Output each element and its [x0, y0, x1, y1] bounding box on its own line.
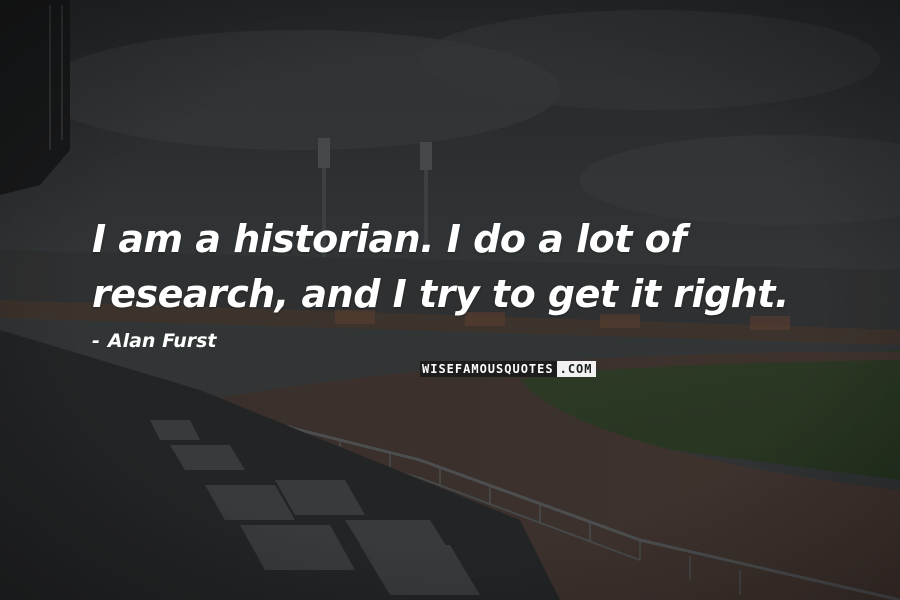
quote-line-2: research, and I try to get it right. — [92, 272, 789, 316]
quote-line-1: I am a historian. I do a lot of — [92, 217, 687, 261]
quote-author: - Alan Furst — [92, 330, 217, 352]
watermark-text-domain: .COM — [556, 361, 596, 377]
quote-text: I am a historian. I do a lot of research… — [92, 212, 852, 322]
author-dash: - — [92, 330, 100, 352]
author-name: Alan Furst — [107, 330, 217, 352]
watermark-text-main: WISEFAMOUSQUOTES — [420, 361, 557, 377]
watermark-logo: WISEFAMOUSQUOTES .COM — [420, 361, 620, 377]
quote-card: I am a historian. I do a lot of research… — [0, 0, 900, 600]
